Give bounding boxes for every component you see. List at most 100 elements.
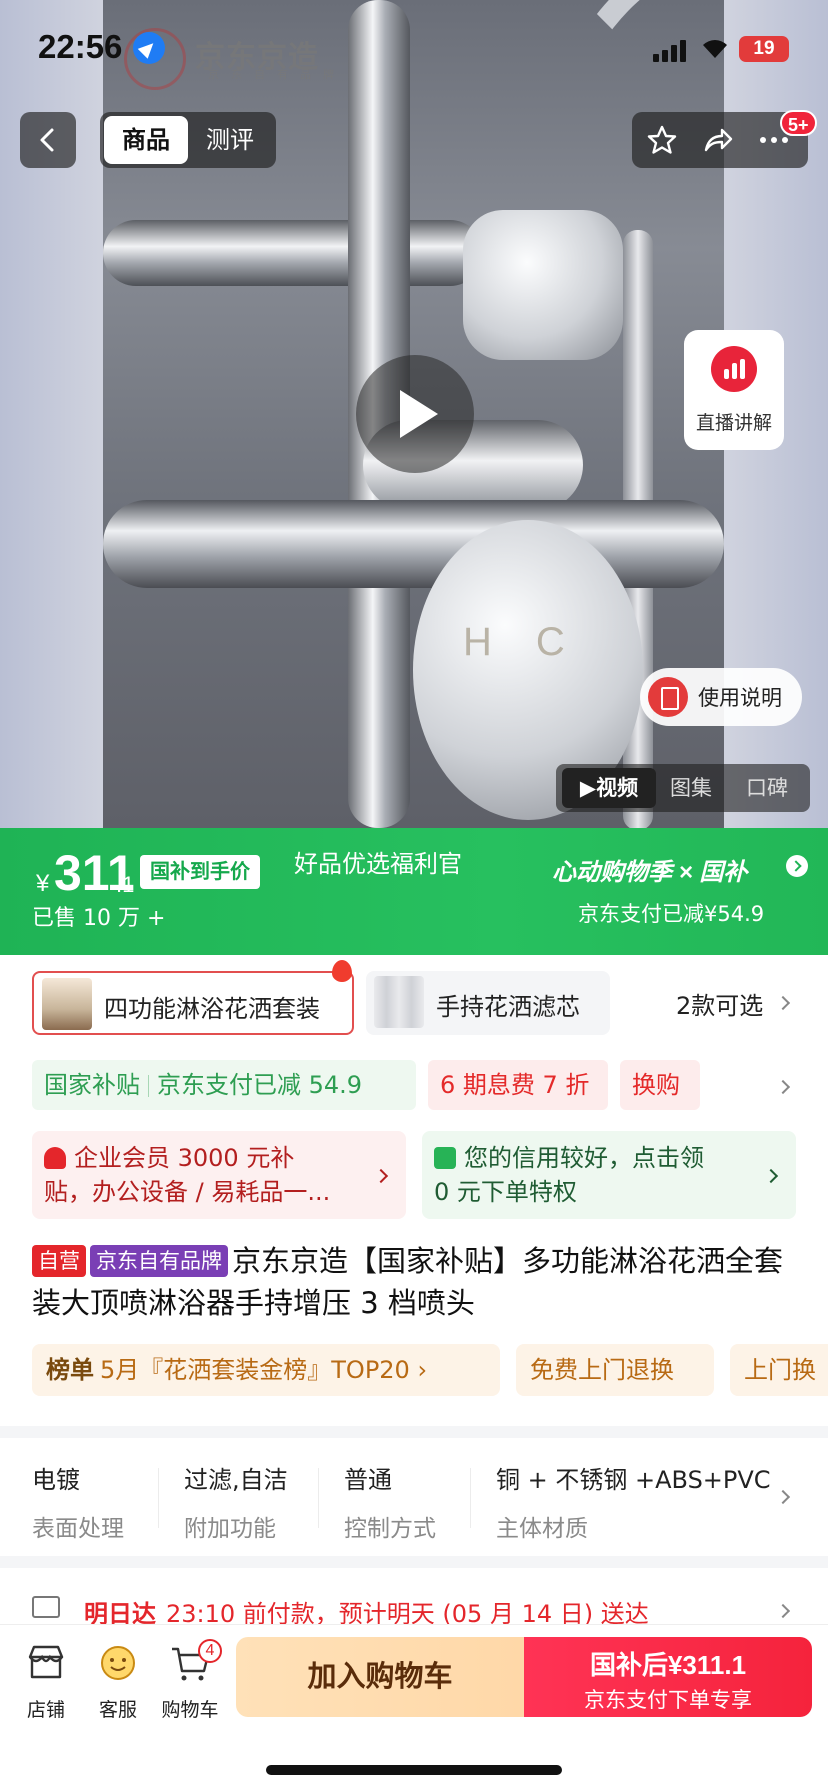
photo-diverter-knob <box>463 210 623 360</box>
spec-value: 铜 + 不锈钢 +ABS+PVC <box>496 1466 771 1494</box>
live-explain-label: 直播讲解 <box>695 412 772 434</box>
truck-icon <box>32 1596 60 1618</box>
live-bars-icon <box>711 346 757 392</box>
variant-option[interactable]: 手持花洒滤芯 <box>366 971 610 1035</box>
cell-signal-icon <box>653 38 691 62</box>
store-icon <box>28 1645 64 1679</box>
spec-divider <box>470 1468 471 1528</box>
status-time: 22:56 <box>38 28 123 65</box>
location-icon <box>133 32 165 64</box>
wifi-icon <box>700 36 730 60</box>
page-tabs: 商品 测评 <box>100 112 276 168</box>
media-tab-video[interactable]: ▶视频 <box>562 768 656 808</box>
chevron-right-icon[interactable] <box>775 1079 791 1095</box>
store-button[interactable]: 店铺 <box>10 1643 82 1722</box>
brand-watermark-sub: 京东自有品牌 <box>208 69 346 81</box>
buy-price-line: 国补后¥311.1 <box>589 1650 747 1680</box>
chip-label: 国家补贴 <box>44 1071 140 1099</box>
card-text: 0 元下单特权 <box>434 1178 577 1206</box>
manual-book-icon <box>648 677 688 717</box>
product-title: 自营 京东自有品牌 京东京造【国家补贴】多功能淋浴花洒全套装大顶喷淋浴器手持增压 3… <box>32 1240 792 1324</box>
card-text: 您的信用较好，点击领 <box>464 1144 704 1172</box>
live-explain-button[interactable]: 直播讲解 <box>684 330 784 450</box>
buy-now-button[interactable]: 国补后¥311.1 京东支付下单专享 <box>524 1637 812 1717</box>
spec-key: 附加功能 <box>184 1516 276 1542</box>
cart-button[interactable]: 4 购物车 <box>154 1639 226 1722</box>
ranking-badge[interactable]: 榜单 5月『花洒套装金榜』TOP20 › <box>32 1344 500 1396</box>
own-brand-tag: 京东自有品牌 <box>90 1245 228 1277</box>
cart-count-badge: 4 <box>198 1639 222 1663</box>
welfare-label: 好品优选福利官 <box>294 850 462 878</box>
add-to-cart-button[interactable]: 加入购物车 <box>236 1637 524 1717</box>
spec-value: 普通 <box>344 1466 392 1494</box>
photo-mixer-body <box>103 500 724 588</box>
battery-indicator: 19 <box>739 36 789 62</box>
free-return-badge[interactable]: 免费上门退换 <box>516 1344 714 1396</box>
exchange-chip[interactable]: 换购 <box>620 1060 700 1110</box>
service-label: 客服 <box>98 1699 137 1721</box>
share-icon[interactable] <box>702 124 734 156</box>
spec-value: 电镀 <box>32 1466 80 1494</box>
product-media-carousel[interactable]: HC 22:56 京东京造 京东自有品牌 19 商品 测评 5+ 直播讲解 使用… <box>0 0 828 828</box>
spec-divider <box>318 1468 319 1528</box>
price-banner: ¥ 311 .1 国补到手价 已售 10 万 + 好品优选福利官 心动购物季 ×… <box>0 828 828 955</box>
chevron-right-icon <box>763 1168 779 1184</box>
bag-icon <box>434 1147 456 1169</box>
section-divider <box>0 1426 828 1438</box>
service-face-icon <box>101 1646 135 1680</box>
enterprise-member-card[interactable]: 企业会员 3000 元补 贴，办公设备 / 易耗品一... <box>32 1131 406 1219</box>
credit-privilege-card[interactable]: 您的信用较好，点击领 0 元下单特权 <box>422 1131 796 1219</box>
subsidy-price-tag: 国补到手价 <box>140 855 260 889</box>
cart-label: 购物车 <box>161 1699 219 1721</box>
season-campaign-link[interactable]: 心动购物季 × 国补 <box>552 852 747 887</box>
spec-item: 电镀 表面处理 <box>32 1460 124 1543</box>
self-operated-tag: 自营 <box>32 1245 86 1277</box>
photo-upper-pipe <box>103 220 483 286</box>
national-subsidy-chip[interactable]: 国家补贴 京东支付已减 54.9 <box>32 1060 416 1110</box>
bottom-action-bar: 店铺 客服 4 购物车 加入购物车 国补后¥311.1 京东支付下单专享 <box>0 1624 828 1792</box>
card-text: 贴，办公设备 / 易耗品一... <box>44 1178 331 1206</box>
media-tab-reviews[interactable]: 口碑 <box>746 764 788 812</box>
play-video-button[interactable] <box>356 355 474 473</box>
back-arrow-icon <box>40 128 54 152</box>
section-divider <box>0 1556 828 1568</box>
notification-badge: 5+ <box>780 110 817 136</box>
door-exchange-badge[interactable]: 上门换 <box>730 1344 828 1396</box>
spec-key: 主体材质 <box>496 1516 588 1542</box>
sold-count: 已售 10 万 + <box>32 906 166 931</box>
store-label: 店铺 <box>26 1699 65 1721</box>
price-decimal: .1 <box>116 872 135 897</box>
chevron-right-icon <box>775 995 791 1011</box>
variant-count-link[interactable]: 2款可选 <box>676 986 763 1021</box>
tab-review[interactable]: 测评 <box>188 116 272 164</box>
variant-thumbnail <box>374 976 424 1028</box>
hot-fire-icon <box>332 960 352 982</box>
spec-item: 铜 + 不锈钢 +ABS+PVC 主体材质 <box>496 1460 771 1543</box>
variant-label: 手持花洒滤芯 <box>436 993 580 1021</box>
tab-product[interactable]: 商品 <box>104 116 188 164</box>
installment-chip[interactable]: 6 期息费 7 折 <box>428 1060 608 1110</box>
spec-key: 控制方式 <box>344 1516 436 1542</box>
buy-sub-line: 京东支付下单专享 <box>584 1688 752 1712</box>
media-tab-gallery[interactable]: 图集 <box>670 764 712 812</box>
currency-symbol: ¥ <box>36 870 50 897</box>
photo-hc-mark: HC <box>463 620 609 664</box>
card-text: 企业会员 3000 元补 <box>74 1144 295 1172</box>
manual-button[interactable]: 使用说明 <box>640 668 802 726</box>
chevron-right-icon <box>373 1168 389 1184</box>
variant-label: 四功能淋浴花洒套装 <box>104 995 320 1023</box>
person-icon <box>44 1147 66 1169</box>
rank-text: 5月『花洒套装金榜』TOP20 › <box>100 1356 428 1384</box>
favorite-star-icon[interactable] <box>646 124 678 156</box>
pay-reduced-text: 京东支付已减¥54.9 <box>578 902 765 926</box>
media-tabs: ▶视频 图集 口碑 <box>556 764 810 812</box>
chevron-right-icon <box>775 1603 791 1619</box>
back-button[interactable] <box>20 112 76 168</box>
chevron-right-icon <box>786 855 808 877</box>
chip-label: 京东支付已减 54.9 <box>157 1071 363 1099</box>
variant-option-selected[interactable]: 四功能淋浴花洒套装 <box>32 971 354 1035</box>
home-indicator <box>266 1765 562 1775</box>
customer-service-button[interactable]: 客服 <box>82 1643 154 1722</box>
manual-label: 使用说明 <box>698 686 782 710</box>
spec-value: 过滤,自洁 <box>184 1466 288 1494</box>
